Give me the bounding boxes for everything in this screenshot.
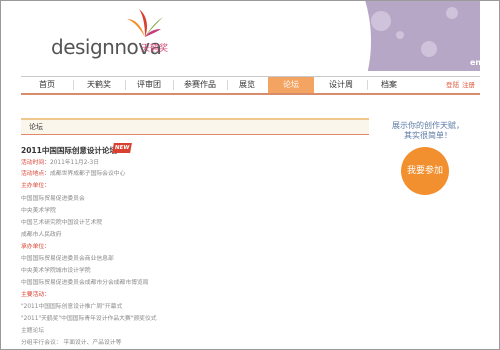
nav-jury[interactable]: 评审团	[129, 77, 169, 93]
nav-design-week[interactable]: 设计周	[319, 77, 363, 93]
activity-item: 分组平行会议： 平面设计、产品设计等	[21, 340, 122, 346]
activity-item: 主题论坛	[21, 328, 45, 334]
activities-label: 主要活动：	[21, 292, 50, 298]
promo-line-2: 其实很简单！	[404, 131, 452, 140]
section-title: 论坛	[29, 123, 43, 131]
promo-text: 展示你的创作天赋， 其实很简单！	[388, 121, 468, 141]
nav-home[interactable]: 首页	[29, 77, 65, 93]
place-value: 成都世界成都子国际会议中心	[50, 171, 126, 177]
register-link[interactable]: 注册	[462, 79, 475, 89]
place-label: 活动地点：	[21, 171, 50, 177]
nav-divider	[125, 80, 126, 90]
host-item: 成都市人民政府	[21, 232, 62, 238]
event-time: 活动时间：2011年11月2-3日	[21, 157, 99, 166]
article-title[interactable]: 2011中国国际创意设计论坛	[21, 145, 117, 156]
main-nav: 首页 天鹤奖 评审团 参赛作品 展览 论坛 设计周 档案 登陆 | 注册	[21, 76, 480, 95]
nav-entries[interactable]: 参赛作品	[175, 77, 225, 93]
new-badge: NEW	[112, 143, 132, 153]
logo-subtitle: 天鹤奖	[141, 44, 169, 54]
nav-divider	[173, 80, 174, 90]
nav-divider	[73, 80, 74, 90]
nav-divider	[227, 80, 228, 90]
event-place: 活动地点：成都世界成都子国际会议中心	[21, 168, 125, 177]
promo-line-1: 展示你的创作天赋，	[392, 121, 464, 130]
organizer-label: 承办单位：	[21, 244, 50, 250]
activity-item: "2011中国国际创意设计推广周"开幕式	[21, 304, 123, 310]
nav-archive[interactable]: 档案	[371, 77, 407, 93]
join-button[interactable]: 我要参加	[401, 147, 449, 195]
host-item: 中国艺术研究院中国设计艺术院	[21, 220, 103, 226]
nav-exhibition[interactable]: 展览	[229, 77, 265, 93]
organizer-item: 中国国际贸易促进委员会成都市分会成都市博览局	[21, 280, 149, 286]
login-separator: |	[457, 79, 460, 87]
host-label: 主办单位：	[21, 183, 50, 189]
host-item: 中央美术学院	[21, 208, 56, 214]
header-banner: designnova 天鹤奖 english	[21, 1, 480, 71]
time-label: 活动时间：	[21, 160, 50, 166]
nav-awards[interactable]: 天鹤奖	[77, 77, 121, 93]
organizer-item: 中国国际贸易促进委员会商业信息部	[21, 256, 114, 262]
nav-forum[interactable]: 论坛	[268, 77, 314, 93]
section-header: 论坛	[21, 118, 369, 135]
time-value: 2011年11月2-3日	[50, 160, 99, 166]
activity-item: "2011"天鹤奖"中国国际青年设计作品大赛"颁奖仪式	[21, 316, 157, 322]
nav-divider	[367, 80, 368, 90]
organizer-item: 中央美术学院城市设计学院	[21, 268, 91, 274]
english-link[interactable]: english	[470, 58, 480, 67]
host-item: 中国国际贸易促进委员会	[21, 196, 85, 202]
